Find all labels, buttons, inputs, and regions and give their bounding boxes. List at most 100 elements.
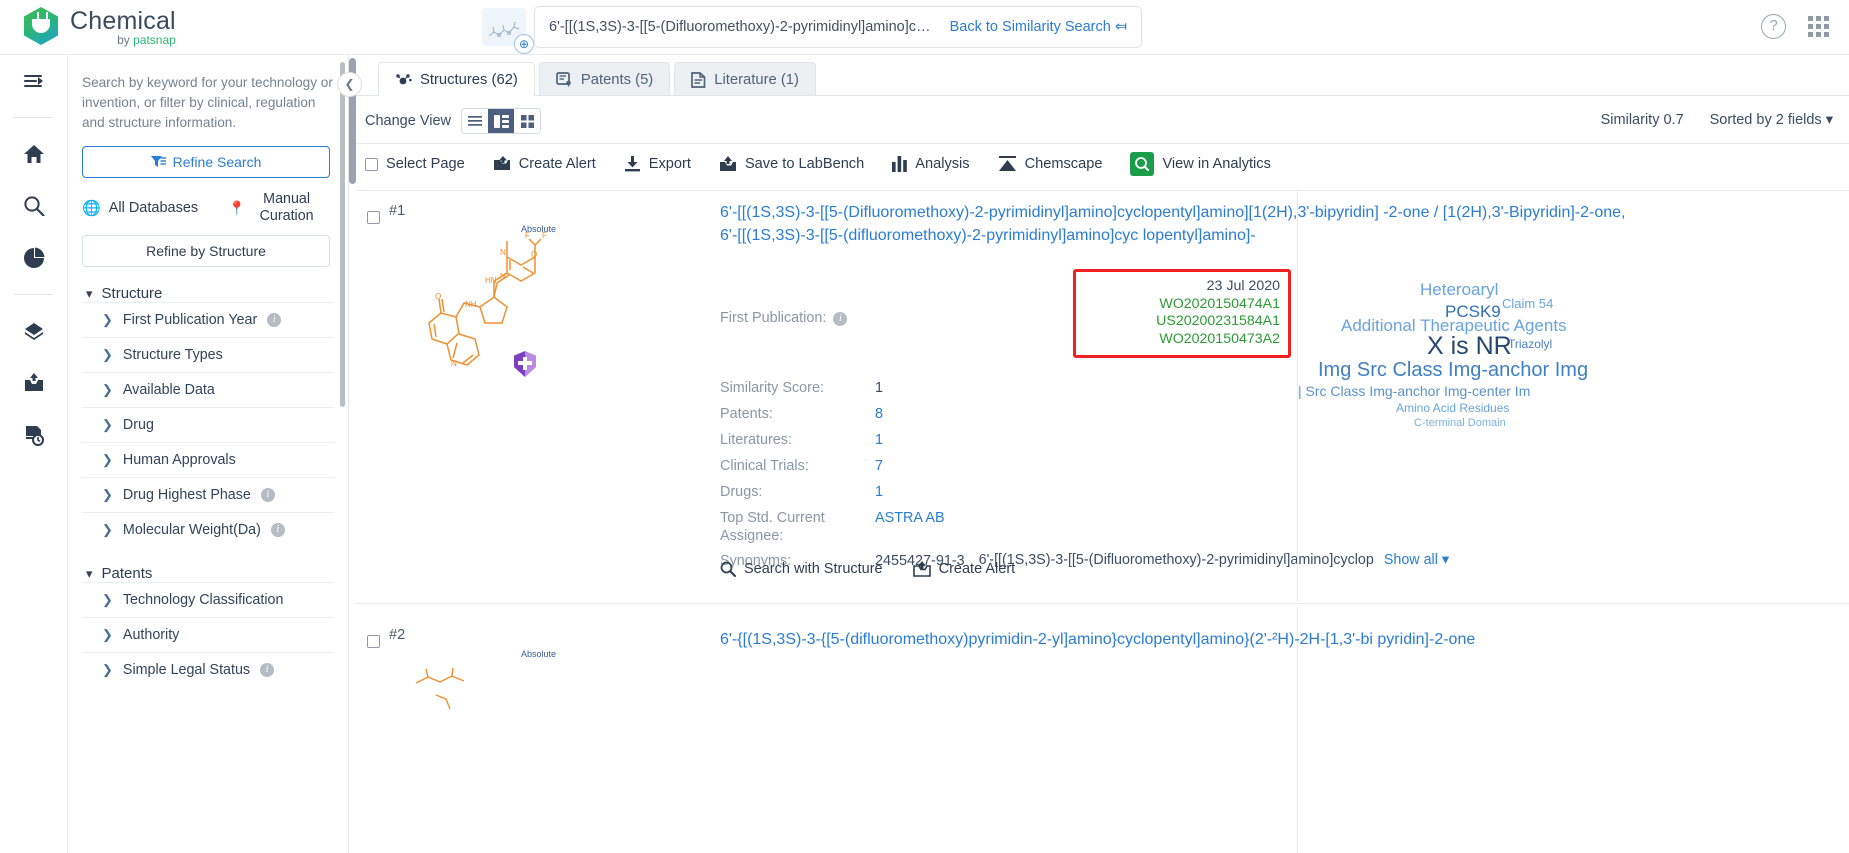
view-in-analytics-button[interactable]: View in Analytics xyxy=(1130,152,1271,176)
detail-view-button[interactable] xyxy=(488,109,514,133)
apps-grid-icon[interactable] xyxy=(1808,16,1829,37)
cloud-word[interactable]: | Src Class Img-anchor Img-center Im xyxy=(1298,383,1530,399)
magnifier-icon[interactable]: ⊕ xyxy=(514,34,534,54)
sorted-by-dropdown[interactable]: Sorted by 2 fields ▾ xyxy=(1710,112,1833,128)
result-checkbox[interactable] xyxy=(367,211,380,224)
chevron-right-icon: ❯ xyxy=(102,417,113,432)
list-view-button[interactable] xyxy=(462,109,488,133)
cloud-word[interactable]: X is NR xyxy=(1427,332,1512,361)
sort-bar: Similarity 0.7 Sorted by 2 fields ▾ xyxy=(1601,112,1833,128)
svg-text:N: N xyxy=(500,272,506,281)
sidebar-item-home[interactable] xyxy=(0,128,67,180)
view-toggle-group xyxy=(461,108,541,134)
help-icon[interactable]: ? xyxy=(1761,14,1786,39)
cloud-word[interactable]: Triazolyl xyxy=(1508,337,1552,351)
analysis-button[interactable]: Analysis xyxy=(892,156,970,172)
facet-authority[interactable]: ❯ Authority xyxy=(82,617,334,652)
filter-panel-scrollbar[interactable] xyxy=(340,62,345,407)
sidebar-item-expand[interactable] xyxy=(0,55,67,107)
left-icon-rail xyxy=(0,55,68,853)
sidebar-item-history[interactable] xyxy=(0,409,67,461)
stereochemistry-label: Absolute xyxy=(521,649,557,659)
cloud-word[interactable]: Heteroaryl xyxy=(1420,280,1498,300)
structure-image[interactable]: F F O N N HN N O NH xyxy=(401,211,621,411)
result-checkbox[interactable] xyxy=(367,635,380,648)
sidebar-item-workspace[interactable] xyxy=(0,305,67,357)
facet-drug-highest-phase[interactable]: ❯ Drug Highest Phase i xyxy=(82,477,334,512)
tab-structures[interactable]: Structures (62) xyxy=(378,62,535,96)
search-input[interactable]: 6'-[[(1S,3S)-3-[[5-(Difluoromethoxy)-2-p… xyxy=(534,6,1142,48)
facet-molecular-weight[interactable]: ❯ Molecular Weight(Da) i xyxy=(82,512,334,547)
checkbox-icon[interactable] xyxy=(365,157,378,171)
facet-structure-types[interactable]: ❯ Structure Types xyxy=(82,337,334,372)
publication-line-1: 23 Jul 2020 WO2020150474A1 xyxy=(1084,278,1280,313)
publication-code: US20200231584A1 xyxy=(1156,313,1280,329)
select-page-label: Select Page xyxy=(386,156,465,172)
chevron-down-icon: ▾ xyxy=(86,565,93,581)
info-icon[interactable]: i xyxy=(833,311,848,326)
collapse-panel-button[interactable]: ❮ xyxy=(337,72,362,97)
tab-patents[interactable]: Patents (5) xyxy=(538,62,671,96)
result-title-link[interactable]: 6'-{[(1S,3S)-3-{[5-(difluoromethoxy)pyri… xyxy=(720,629,1625,652)
database-selector[interactable]: 🌐 All Databases 📍 Manual Curation xyxy=(82,191,334,225)
cloud-word[interactable]: C-terminal Domain xyxy=(1414,417,1506,429)
meta-label: Top Std. Current Assignee: xyxy=(720,509,875,545)
facet-simple-legal-status[interactable]: ❯ Simple Legal Status i xyxy=(82,652,334,687)
sidebar-item-search[interactable] xyxy=(0,180,67,232)
structure-thumbnail[interactable]: ⊕ xyxy=(482,8,534,54)
filter-group-patents[interactable]: ▾ Patents xyxy=(82,565,334,582)
facet-drug[interactable]: ❯ Drug xyxy=(82,407,334,442)
card-create-alert-button[interactable]: Create Alert xyxy=(912,561,1015,577)
back-to-similarity-search-link[interactable]: Back to Similarity Search ⤆ xyxy=(950,19,1127,35)
save-inbox-icon xyxy=(719,156,736,171)
chevron-right-icon: ❯ xyxy=(102,662,113,677)
info-icon[interactable]: i xyxy=(267,313,282,327)
facet-technology-classification[interactable]: ❯ Technology Classification xyxy=(82,582,334,617)
all-databases-label: All Databases xyxy=(108,200,199,216)
info-icon[interactable]: i xyxy=(270,523,285,537)
save-to-labbench-button[interactable]: Save to LabBench xyxy=(719,156,864,172)
facet-human-approvals[interactable]: ❯ Human Approvals xyxy=(82,442,334,477)
meta-value[interactable]: 8 xyxy=(875,405,883,424)
meta-value[interactable]: 7 xyxy=(875,457,883,476)
svg-text:O: O xyxy=(531,250,537,259)
brand-logo-area[interactable]: Chemical by patsnap xyxy=(24,7,176,47)
meta-label: Similarity Score: xyxy=(720,380,824,396)
result-index: #2 xyxy=(389,627,406,643)
refine-by-structure-button[interactable]: Refine by Structure xyxy=(82,235,330,267)
first-publication-highlight-box: 23 Jul 2020 WO2020150474A1 US20200231584… xyxy=(1073,269,1291,358)
back-arrow-icon: ⤆ xyxy=(1114,19,1127,35)
search-with-structure-button[interactable]: Search with Structure xyxy=(720,561,883,577)
top-bar: Chemical by patsnap ⊕ 6'-[[(1S,3S)-3-[[5… xyxy=(0,0,1849,55)
meta-value[interactable]: 1 xyxy=(875,431,883,450)
tab-literature[interactable]: Literature (1) xyxy=(674,62,816,96)
create-alert-button[interactable]: Create Alert xyxy=(493,156,596,172)
select-page-button[interactable]: Select Page xyxy=(365,156,465,172)
info-icon[interactable]: i xyxy=(260,488,275,502)
facet-label: Drug xyxy=(122,417,154,433)
facet-available-data[interactable]: ❯ Available Data xyxy=(82,372,334,407)
sorted-by-label: Sorted by 2 fields xyxy=(1709,112,1822,128)
cloud-word[interactable]: Img Src Class Img-anchor Img xyxy=(1318,359,1588,382)
sidebar-item-labbench[interactable] xyxy=(0,357,67,409)
cloud-word[interactable]: Amino Acid Residues xyxy=(1396,401,1509,415)
facet-first-publication-year[interactable]: ❯ First Publication Year i xyxy=(82,302,334,337)
grid-view-button[interactable] xyxy=(514,109,540,133)
filter-group-structure[interactable]: ▾ Structure xyxy=(82,285,334,302)
facet-label: Simple Legal Status xyxy=(122,662,251,678)
publication-date: 23 Jul 2020 xyxy=(1206,278,1280,294)
meta-value[interactable]: 1 xyxy=(875,483,883,502)
chevron-right-icon: ❯ xyxy=(102,347,113,362)
box-icon xyxy=(24,323,43,340)
info-icon[interactable]: i xyxy=(260,663,275,677)
sidebar-item-analytics[interactable] xyxy=(0,232,67,284)
meta-label: Drugs: xyxy=(720,484,763,500)
structure-image[interactable] xyxy=(406,665,586,748)
cloud-word[interactable]: Claim 54 xyxy=(1502,296,1553,311)
result-title-line-1: 6'-[[(1S,3S)-3-[[5-(Difluoromethoxy)-2-p… xyxy=(720,204,1379,221)
export-button[interactable]: Export xyxy=(624,156,691,172)
assignee-value[interactable]: ASTRA AB xyxy=(875,509,945,528)
refine-search-button[interactable]: Refine Search xyxy=(82,146,330,178)
document-clock-icon xyxy=(25,426,44,446)
chemscape-button[interactable]: Chemscape xyxy=(998,156,1102,172)
